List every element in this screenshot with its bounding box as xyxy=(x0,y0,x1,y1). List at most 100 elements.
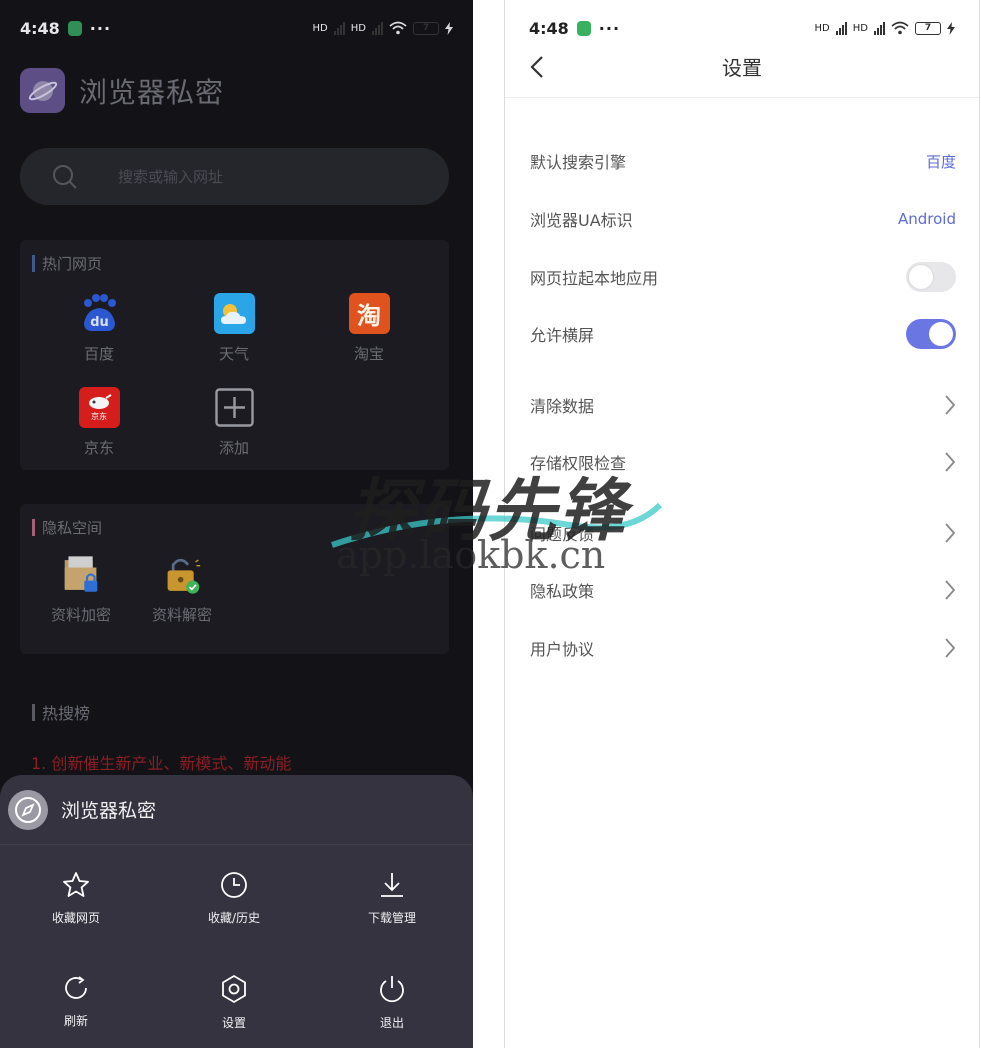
row-label: 清除数据 xyxy=(530,397,595,416)
privacy-policy-row[interactable]: 隐私政策 xyxy=(530,570,956,610)
site-label: 京东 xyxy=(83,439,114,457)
power-icon xyxy=(380,976,404,1003)
search-bar[interactable]: 搜索或输入网址 xyxy=(20,148,449,205)
sheet-header: 浏览器私密 xyxy=(0,775,473,845)
section-bar xyxy=(32,519,35,536)
hot-search-title: 热搜榜 xyxy=(32,700,90,724)
signal-icon xyxy=(333,21,345,35)
row-label: 用户协议 xyxy=(530,640,595,659)
shield-icon xyxy=(67,20,82,36)
jd-icon: 京东 xyxy=(78,387,120,428)
site-label: 添加 xyxy=(218,439,249,457)
baidu-icon: du xyxy=(79,293,120,334)
unlock-icon xyxy=(162,554,203,595)
toggle-knob xyxy=(909,265,933,289)
exit-button[interactable]: 退出 xyxy=(337,974,447,1031)
site-label: 百度 xyxy=(83,345,114,363)
add-site-button[interactable]: 添加 xyxy=(189,387,279,458)
site-tile-taobao[interactable]: 淘 淘宝 xyxy=(324,293,414,364)
refresh-button[interactable]: 刷新 xyxy=(21,974,131,1029)
sheet-title: 浏览器私密 xyxy=(61,800,157,822)
signal-icon xyxy=(835,21,847,35)
wifi-icon xyxy=(389,21,407,35)
hd-label-2: HD xyxy=(350,22,366,34)
site-tile-weather[interactable]: 天气 xyxy=(189,293,279,364)
wifi-icon xyxy=(891,21,909,35)
download-manager-button[interactable]: 下载管理 xyxy=(337,871,447,926)
row-label: 存储权限检查 xyxy=(530,454,627,473)
site-tile-jd[interactable]: 京东 京东 xyxy=(54,387,144,458)
clock-icon xyxy=(221,872,247,898)
chevron-right-icon xyxy=(945,395,956,415)
ua-row[interactable]: 浏览器UA标识 Android xyxy=(530,199,956,239)
user-agreement-row[interactable]: 用户协议 xyxy=(530,628,956,668)
hot-sites-title: 热门网页 xyxy=(32,253,102,274)
clear-data-row[interactable]: 清除数据 xyxy=(530,385,956,425)
star-icon xyxy=(63,872,89,897)
app-title: 浏览器私密 xyxy=(79,75,225,109)
encrypt-label: 资料加密 xyxy=(50,606,111,624)
section-bar xyxy=(32,703,35,721)
svg-text:du: du xyxy=(90,315,109,330)
battery-icon: 7 xyxy=(915,21,941,35)
shield-icon xyxy=(576,20,591,36)
open-local-app-toggle[interactable] xyxy=(906,262,956,292)
chevron-right-icon xyxy=(945,523,956,543)
more-notifications-icon: ··· xyxy=(89,18,112,38)
planet-logo-icon xyxy=(20,68,65,113)
hd-label: HD xyxy=(814,22,830,34)
add-icon xyxy=(214,387,255,428)
encrypt-data-button[interactable]: 资料加密 xyxy=(36,554,126,625)
history-button[interactable]: 收藏/历史 xyxy=(179,871,289,926)
search-icon xyxy=(53,164,77,189)
charging-icon xyxy=(947,21,955,35)
site-label: 淘宝 xyxy=(353,345,384,363)
toggle-knob xyxy=(929,322,953,346)
app-header: 浏览器私密 xyxy=(20,68,224,113)
landscape-toggle[interactable] xyxy=(906,319,956,349)
search-engine-row[interactable]: 默认搜索引擎 百度 xyxy=(530,141,956,181)
status-time: 4:48 xyxy=(529,18,569,38)
landscape-row: 允许横屏 xyxy=(530,314,956,354)
row-label: 问题反馈 xyxy=(530,525,595,544)
status-bar: 4:48 ··· HD HD 7 xyxy=(0,0,473,56)
section-bar xyxy=(32,255,35,272)
row-label: 默认搜索引擎 xyxy=(530,153,627,172)
privacy-title-text: 隐私空间 xyxy=(42,519,103,537)
action-label: 刷新 xyxy=(63,1014,88,1028)
nav-bar: 设置 xyxy=(505,36,979,98)
row-value: Android xyxy=(898,210,956,228)
privacy-title: 隐私空间 xyxy=(32,517,102,538)
battery-icon: 7 xyxy=(413,21,439,35)
site-tile-baidu[interactable]: du 百度 xyxy=(54,293,144,364)
refresh-icon xyxy=(65,976,87,999)
hot-sites-card: 热门网页 du 百度 天气 淘 淘宝 京东 京东 添加 xyxy=(20,240,449,470)
action-label: 设置 xyxy=(221,1016,246,1030)
settings-icon xyxy=(222,974,246,1004)
decrypt-label: 资料解密 xyxy=(151,606,212,624)
hot-search-item[interactable]: 1. 创新催生新产业、新模式、新动能 xyxy=(31,750,291,774)
action-label: 收藏/历史 xyxy=(207,911,261,925)
charging-icon xyxy=(445,21,453,35)
signal-icon-2 xyxy=(874,21,885,35)
open-local-app-row: 网页拉起本地应用 xyxy=(530,257,956,297)
action-label: 收藏网页 xyxy=(51,911,100,925)
decrypt-data-button[interactable]: 资料解密 xyxy=(137,554,227,625)
compass-icon xyxy=(8,789,48,830)
jd-glyph: 京东 xyxy=(91,411,107,421)
more-notifications-icon: ··· xyxy=(598,18,621,38)
hd-label: HD xyxy=(312,22,328,34)
status-time: 4:48 xyxy=(20,18,60,38)
screenshot-stage: 4:48 ··· HD HD 7 浏览器私密 搜索或输入网址 热门网页 du 百… xyxy=(0,0,981,1048)
folder-lock-icon xyxy=(61,554,102,595)
chevron-right-icon xyxy=(945,452,956,472)
search-placeholder: 搜索或输入网址 xyxy=(118,168,224,186)
taobao-icon: 淘 xyxy=(348,293,390,334)
storage-permission-row[interactable]: 存储权限检查 xyxy=(530,442,956,482)
settings-button[interactable]: 设置 xyxy=(179,974,289,1031)
feedback-row[interactable]: 问题反馈 xyxy=(530,513,956,553)
row-label: 隐私政策 xyxy=(530,582,595,601)
bookmark-page-button[interactable]: 收藏网页 xyxy=(21,871,131,926)
row-value: 百度 xyxy=(925,152,956,171)
hd-label-2: HD xyxy=(852,22,868,34)
